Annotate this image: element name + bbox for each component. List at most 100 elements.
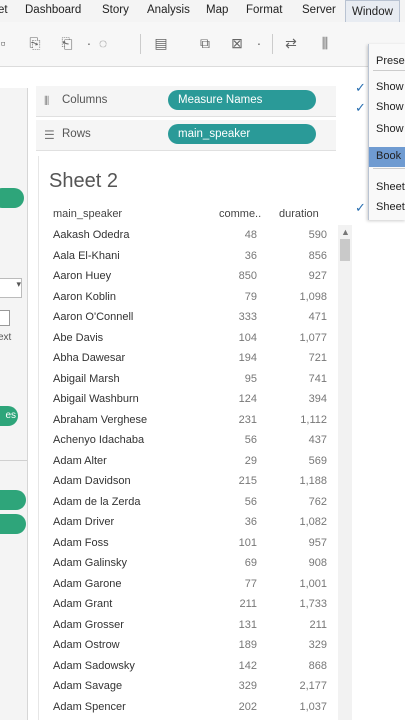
table-row[interactable]: Abha Dawesar 194 721 [51, 348, 333, 369]
main-speaker-pill[interactable]: main_speaker [168, 124, 316, 144]
duration-value: 908 [308, 557, 327, 569]
speaker-name: Adam Grant [53, 598, 113, 610]
table-row[interactable]: Aaron Huey 850 927 [51, 266, 333, 287]
duration-value: 762 [308, 495, 327, 508]
clear-dropdown-icon[interactable]: · [250, 34, 268, 52]
table-row[interactable]: Adam Ostrow 189 329 [51, 635, 333, 656]
comments-value: 56 [244, 434, 257, 446]
measure-names-pill[interactable]: Measure Names [168, 90, 316, 110]
menu-map[interactable]: Map [206, 4, 228, 16]
table-row[interactable]: Adam Garone 77 1,001 [51, 574, 333, 595]
window-menu-item[interactable]: ✓ Show [355, 78, 405, 98]
speaker-name: Achenyo Idachaba [53, 434, 145, 446]
speaker-name: Adam Alter [53, 454, 107, 467]
menu-analysis[interactable]: Analysis [147, 4, 190, 16]
speaker-name: Adam Sadowsky [53, 659, 135, 672]
table-row[interactable]: Aaron O'Connell 333 471 [51, 307, 333, 328]
table-row[interactable]: Adam de la Zerda 56 762 [51, 492, 333, 513]
menu-separator [373, 168, 405, 169]
duration-value: 569 [308, 454, 327, 467]
header-main-speaker[interactable]: main_speaker [53, 208, 122, 220]
pause-icon[interactable]: ◌ [94, 34, 112, 52]
duration-value: 437 [308, 434, 327, 446]
table-row[interactable]: Aakash Odedra 48 590 [51, 225, 333, 246]
table-row[interactable]: Achenyo Idachaba 56 437 [51, 430, 333, 451]
menu-format[interactable]: Format [246, 4, 282, 16]
menu-sheet[interactable]: et [0, 4, 8, 16]
speaker-name: Adam Savage [53, 680, 123, 692]
comments-value: 69 [244, 557, 257, 569]
window-menu-item[interactable]: Book [369, 147, 405, 167]
text-mark-icon[interactable] [0, 310, 10, 326]
new-datasource-icon[interactable]: ⎘ [26, 34, 44, 52]
rows-shelf: ☰ Rows main_speaker [36, 120, 336, 151]
left-panel: ▾ ext es [0, 88, 28, 720]
vertical-scrollbar[interactable]: ▲ [338, 225, 352, 720]
toolbar: ▫ ⎘ ⎗ · ◌ ▤ ⧉ ⊠ · ⇄ ⫼ [0, 22, 405, 67]
comments-value: 95 [244, 372, 257, 385]
table-row[interactable]: Abe Davis 104 1,077 [51, 328, 333, 349]
speaker-name: Aaron Huey [53, 270, 112, 282]
comments-value: 77 [244, 577, 257, 590]
new-worksheet-icon[interactable]: ▤ [152, 34, 170, 52]
window-menu-item[interactable]: Show [369, 120, 405, 140]
comments-value: 215 [238, 475, 257, 487]
scroll-up-icon[interactable]: ▲ [341, 227, 350, 237]
measure-values-pill[interactable]: es [0, 406, 18, 426]
menu-bar: et Dashboard Story Analysis Map Format S… [0, 0, 405, 23]
table-row[interactable]: Adam Driver 36 1,082 [51, 512, 333, 533]
speaker-name: Abigail Marsh [53, 372, 120, 385]
table-row[interactable]: Aala El-Khani 36 856 [51, 246, 333, 267]
scrollbar-thumb[interactable] [340, 239, 350, 261]
comments-value: 189 [238, 639, 257, 651]
comments-value: 36 [244, 516, 257, 528]
comments-value: 124 [238, 393, 257, 405]
table-row[interactable]: Adam Galinsky 69 908 [51, 553, 333, 574]
duration-value: 471 [308, 311, 327, 323]
comments-value: 131 [238, 618, 257, 631]
sort-icon[interactable]: ⫼ [316, 34, 334, 52]
comments-value: 29 [244, 454, 257, 467]
menu-separator [373, 70, 405, 71]
save-icon[interactable]: ▫ [0, 34, 12, 52]
header-comments[interactable]: comme.. [219, 208, 261, 220]
comments-value: 211 [239, 598, 257, 610]
menu-dashboard[interactable]: Dashboard [25, 4, 81, 16]
table-row[interactable]: Adam Spencer 202 1,037 [51, 697, 333, 718]
comments-value: 333 [238, 311, 257, 323]
swap-icon[interactable]: ⇄ [282, 34, 300, 52]
table-row[interactable]: Aaron Koblin 79 1,098 [51, 287, 333, 308]
table-row[interactable]: Abraham Verghese 231 1,112 [51, 410, 333, 431]
table-row[interactable]: Abigail Marsh 95 741 [51, 369, 333, 390]
window-menu-item[interactable]: ✓ Show [355, 98, 405, 118]
table-row[interactable]: Abigail Washburn 124 394 [51, 389, 333, 410]
checkmark-icon: ✓ [355, 100, 366, 115]
comments-value: 56 [244, 495, 257, 508]
measure-pill[interactable] [0, 490, 26, 510]
checkmark-icon: ✓ [355, 200, 366, 215]
clear-sheet-icon[interactable]: ⊠ [228, 34, 246, 52]
table-row[interactable]: Adam Sadowsky 142 868 [51, 656, 333, 677]
sheet-title[interactable]: Sheet 2 [49, 170, 118, 193]
window-menu-item[interactable]: ✓ Sheet [355, 198, 405, 218]
table-row[interactable]: Adam Grant 211 1,733 [51, 594, 333, 615]
menu-window[interactable]: Window [345, 0, 400, 22]
table-row[interactable]: Adam Davidson 215 1,188 [51, 471, 333, 492]
table-row[interactable]: Adam Foss 101 957 [51, 533, 333, 554]
menu-story[interactable]: Story [102, 4, 129, 16]
window-menu-item[interactable]: Sheet [369, 178, 405, 198]
header-duration[interactable]: duration [279, 208, 319, 220]
table-row[interactable]: Adam Alter 29 569 [51, 451, 333, 472]
speaker-name: Abraham Verghese [53, 413, 148, 426]
menu-server[interactable]: Server [302, 4, 336, 16]
table-row[interactable]: Adam Grosser 131 211 [51, 615, 333, 636]
marks-type-select[interactable]: ▾ [0, 278, 22, 298]
measure-pill[interactable] [0, 514, 26, 534]
field-pill[interactable] [0, 188, 24, 208]
speaker-name: Adam Garone [53, 577, 122, 590]
table-row[interactable]: Adam Savage 329 2,177 [51, 676, 333, 697]
duplicate-sheet-icon[interactable]: ⧉ [196, 34, 214, 52]
window-menu-item[interactable]: Prese [369, 52, 405, 72]
paste-icon[interactable]: ⎗ [58, 34, 76, 52]
chevron-down-icon: ▾ [16, 279, 21, 289]
